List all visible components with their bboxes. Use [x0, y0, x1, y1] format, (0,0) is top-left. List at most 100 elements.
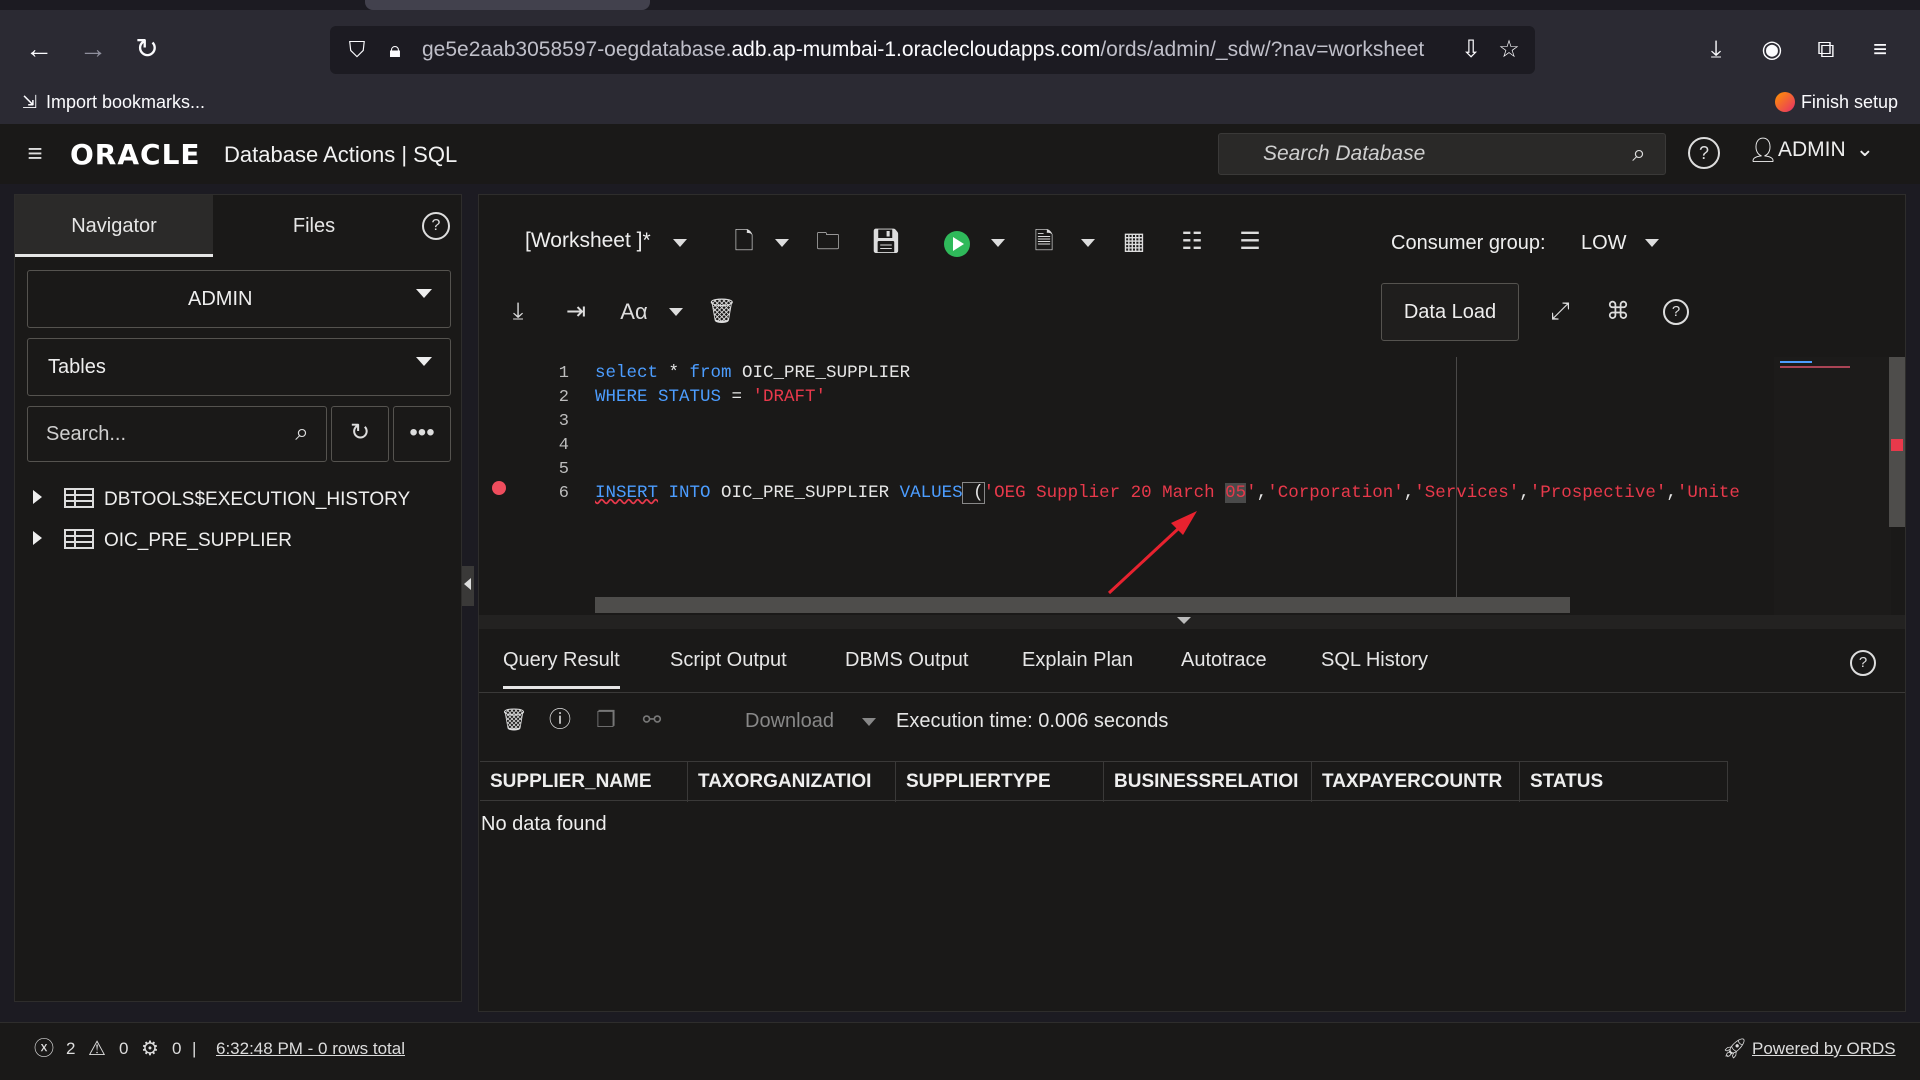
search-database-input[interactable]	[1219, 134, 1619, 174]
tab-script-output[interactable]: Script Output	[670, 649, 787, 672]
search-icon[interactable]: ⌕	[1623, 138, 1655, 170]
column-header[interactable]: TAXPAYERCOUNTR	[1312, 762, 1520, 802]
column-header[interactable]: SUPPLIER_NAME	[480, 762, 688, 802]
clear-trash-icon[interactable]: 🗑︎	[705, 295, 739, 329]
navigator-search-input[interactable]	[28, 407, 280, 461]
clear-results-icon[interactable]: 🗑︎	[499, 705, 529, 735]
editor-horizontal-scrollbar[interactable]	[595, 597, 1570, 613]
search-icon[interactable]: ⌕	[286, 417, 318, 449]
reload-icon[interactable]: ↻	[130, 32, 164, 66]
run-script-dropdown-icon[interactable]	[1081, 239, 1095, 247]
expand-icon[interactable]	[33, 490, 42, 504]
worksheet-dropdown-icon[interactable]	[673, 239, 687, 247]
editor-results-splitter[interactable]	[479, 615, 1905, 629]
font-size-icon[interactable]: Aα	[617, 295, 651, 329]
shield-icon[interactable]: ⛉	[342, 34, 372, 66]
navigator-search: ⌕	[27, 406, 327, 462]
autotrace-icon[interactable]: ☷	[1175, 225, 1209, 259]
run-script-icon[interactable]: 🗎︎	[1027, 225, 1061, 259]
format-code-icon[interactable]: ⇥	[559, 295, 593, 329]
last-run-link[interactable]: 6:32:48 PM - 0 rows total	[216, 1039, 405, 1059]
gear-icon[interactable]: ⚙	[138, 1037, 162, 1061]
results-help-icon[interactable]: ?	[1850, 650, 1876, 676]
tree-item-dbtools-execution-history[interactable]: DBTOOLS$EXECUTION_HISTORY	[33, 488, 410, 518]
forward-icon[interactable]: →	[76, 32, 110, 66]
url-text[interactable]: ge5e2aab3058597-oegdatabase.adb.ap-mumba…	[422, 38, 1424, 62]
data-load-button[interactable]: Data Load	[1381, 283, 1519, 341]
string-literal: '	[1246, 483, 1257, 503]
navigator-help-icon[interactable]: ?	[422, 212, 450, 240]
worksheet-name[interactable]: [Worksheet ]*	[525, 229, 651, 253]
tree-item-oic-pre-supplier[interactable]: OIC_PRE_SUPPLIER	[33, 529, 292, 559]
search-database: ⌕	[1218, 133, 1666, 175]
new-worksheet-dropdown-icon[interactable]	[775, 239, 789, 247]
browser-tab[interactable]	[365, 0, 650, 10]
caret-down-icon	[416, 357, 432, 366]
error-marker-icon[interactable]	[492, 481, 506, 495]
tab-navigator[interactable]: Navigator	[15, 195, 213, 257]
run-dropdown-icon[interactable]	[991, 239, 1005, 247]
code-line-6: INSERT INTO OIC_PRE_SUPPLIER VALUES ('OE…	[595, 482, 1740, 504]
warning-count: 0	[119, 1039, 129, 1058]
share-icon[interactable]: ⚯	[637, 705, 667, 735]
open-folder-icon[interactable]: 🗀︎	[811, 225, 845, 259]
menu-icon[interactable]: ≡	[1864, 34, 1896, 66]
object-type-select[interactable]: Tables	[27, 338, 451, 396]
collapse-navigator-handle[interactable]	[462, 566, 474, 606]
extensions-icon[interactable]: ⧉	[1810, 34, 1842, 66]
hamburger-menu-icon[interactable]: ≡	[18, 136, 52, 170]
tab-sql-history[interactable]: SQL History	[1321, 649, 1428, 672]
info-icon[interactable]: ⓘ	[545, 705, 575, 735]
single-record-view-icon[interactable]: ❐	[591, 705, 621, 735]
sql-history-icon[interactable]: ☰	[1233, 225, 1267, 259]
bookmark-star-icon[interactable]: ☆	[1493, 34, 1525, 66]
explain-plan-icon[interactable]: ▦	[1117, 225, 1151, 259]
finish-setup-link[interactable]: Finish setup	[1774, 92, 1898, 113]
string-literal: 'DRAFT'	[752, 387, 827, 407]
downloads-icon[interactable]: ⤓	[1700, 34, 1732, 66]
tab-explain-plan[interactable]: Explain Plan	[1022, 649, 1133, 672]
tab-dbms-output[interactable]: DBMS Output	[845, 649, 968, 672]
url-domain: adb.ap-mumbai-1.oraclecloudapps.com	[731, 38, 1101, 61]
download-icon[interactable]: ⤓	[501, 295, 535, 329]
column-header[interactable]: TAXORGANIZATIOI	[688, 762, 896, 802]
consumer-group-select[interactable]: LOW	[1581, 232, 1627, 255]
error-icon[interactable]: ⓧ	[32, 1037, 56, 1061]
table-icon	[64, 529, 94, 549]
import-bookmarks-link[interactable]: ⇲ Import bookmarks...	[22, 92, 205, 113]
download-dropdown-icon[interactable]	[862, 718, 876, 726]
download-menu[interactable]: Download	[745, 710, 834, 733]
find-binoculars-icon[interactable]: ⌘	[1601, 295, 1635, 329]
column-header[interactable]: SUPPLIERTYPE	[896, 762, 1104, 802]
column-header[interactable]: BUSINESSRELATIOI	[1104, 762, 1312, 802]
refresh-button[interactable]: ↻	[331, 406, 389, 462]
user-menu[interactable]: 👤︎ADMIN ⌄	[1748, 136, 1874, 165]
account-icon[interactable]: ◉	[1756, 34, 1788, 66]
tab-query-result[interactable]: Query Result	[503, 649, 620, 689]
schema-value: ADMIN	[188, 288, 253, 310]
run-statement-icon[interactable]	[944, 231, 970, 257]
warning-icon[interactable]: ⚠	[85, 1037, 109, 1061]
keyword: select	[595, 363, 659, 383]
address-bar[interactable]: ⛉ 🔒︎ ge5e2aab3058597-oegdatabase.adb.ap-…	[330, 26, 1535, 74]
save-to-pocket-icon[interactable]: ⇩	[1455, 34, 1487, 66]
new-worksheet-icon[interactable]: 🗋︎	[727, 225, 761, 259]
editor-vertical-scrollbar[interactable]	[1889, 357, 1905, 527]
expand-icon[interactable]	[33, 531, 42, 545]
schema-select[interactable]: ADMIN	[27, 270, 451, 328]
consumer-group-dropdown-icon[interactable]	[1645, 239, 1659, 247]
maximize-icon[interactable]: ⤢	[1543, 295, 1577, 329]
more-actions-button[interactable]: •••	[393, 406, 451, 462]
tab-autotrace[interactable]: Autotrace	[1181, 649, 1267, 672]
column-header[interactable]: STATUS	[1520, 762, 1728, 802]
save-icon[interactable]: 💾︎	[869, 225, 903, 259]
back-icon[interactable]: ←	[22, 32, 56, 66]
tab-files[interactable]: Files	[241, 195, 387, 257]
lock-icon[interactable]: 🔒︎	[380, 34, 410, 66]
code-minimap[interactable]	[1774, 357, 1891, 615]
worksheet-help-icon[interactable]: ?	[1663, 299, 1689, 325]
font-size-dropdown-icon[interactable]	[669, 308, 683, 316]
help-icon[interactable]: ?	[1688, 137, 1720, 169]
powered-by-ords-link[interactable]: Powered by ORDS	[1752, 1039, 1896, 1059]
